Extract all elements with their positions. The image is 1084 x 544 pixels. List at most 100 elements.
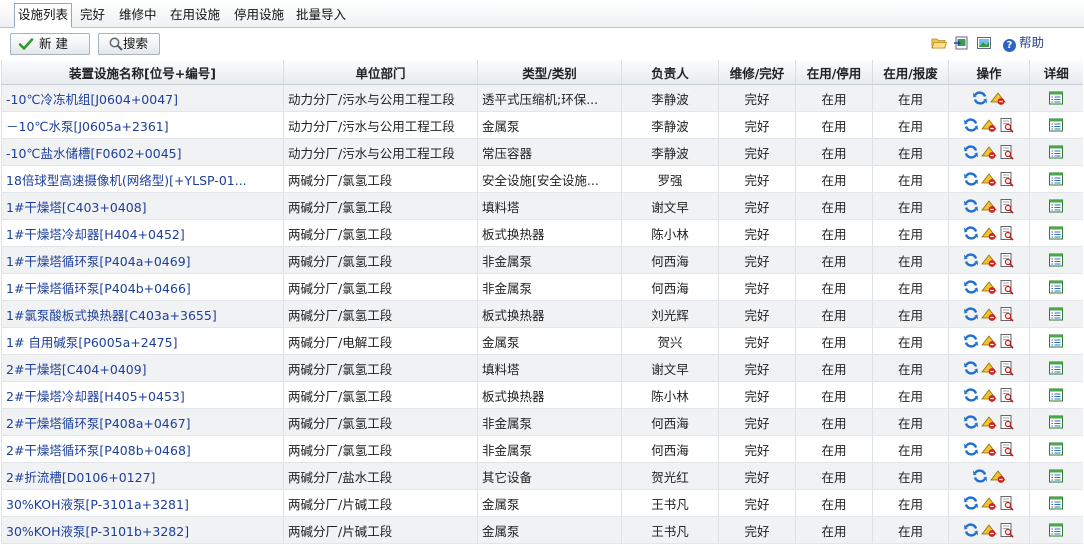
view-document-icon[interactable] (999, 387, 1015, 403)
table-row[interactable]: 2#折流槽[D0106+0127] 两碱分厂/盐水工段 其它设备 贺光红 完好 在用 在用 (1, 462, 1083, 490)
edit-warning-icon[interactable] (981, 198, 997, 214)
table-row[interactable]: 18倍球型高速摄像机(网络型)[+YLSP-01... 两碱分厂/氯氢工段 安全设施… (1, 165, 1083, 193)
table-row[interactable]: 2#干燥塔冷却器[H405+0453] 两碱分厂/氯氢工段 板式换热器 陈小林 完好 在用… (1, 381, 1083, 409)
folder-open-icon[interactable] (931, 35, 947, 51)
edit-warning-icon[interactable] (981, 387, 997, 403)
details-icon[interactable] (1048, 279, 1064, 295)
details-icon[interactable] (1048, 90, 1064, 106)
facility-name-link[interactable]: －10℃水泵[J0605a+2361] (1, 111, 284, 139)
view-document-icon[interactable] (999, 414, 1015, 430)
refresh-icon[interactable] (963, 198, 979, 214)
column-header-use-status[interactable]: 在用/停用 (795, 60, 873, 85)
details-icon[interactable] (1048, 252, 1064, 268)
new-button[interactable]: 新 建 (10, 33, 90, 55)
refresh-icon[interactable] (963, 495, 979, 511)
table-row[interactable]: 30%KOH液泵[P-3101a+3281] 两碱分厂/片碱工段 金属泵 王书凡 完好在… (1, 489, 1083, 517)
view-document-icon[interactable] (999, 333, 1015, 349)
tab-in-use[interactable]: 在用设施 (167, 4, 223, 26)
view-document-icon[interactable] (999, 360, 1015, 376)
facility-name-link[interactable]: 2#折流槽[D0106+0127] (1, 462, 284, 490)
table-row[interactable]: -10℃盐水储槽[F0602+0045] 动力分厂/污水与公用工程工段 常压容器 李静… (1, 138, 1083, 166)
edit-warning-icon[interactable] (981, 306, 997, 322)
facility-name-link[interactable]: 30%KOH液泵[P-3101b+3282] (1, 516, 284, 544)
view-document-icon[interactable] (999, 306, 1015, 322)
refresh-icon[interactable] (963, 522, 979, 538)
details-icon[interactable] (1048, 144, 1064, 160)
table-row[interactable]: 30%KOH液泵[P-3101b+3282] 两碱分厂/片碱工段 金属泵 王书凡 完好在… (1, 516, 1083, 544)
tab-out-of-service[interactable]: 停用设施 (231, 4, 287, 26)
table-row[interactable]: 1#氯泵酸板式换热器[C403a+3655] 两碱分厂/氯氢工段 板式换热器 刘光辉完… (1, 300, 1083, 328)
details-icon[interactable] (1048, 495, 1064, 511)
refresh-icon[interactable] (972, 90, 988, 106)
details-icon[interactable] (1048, 117, 1064, 133)
column-header-department[interactable]: 单位部门 (283, 60, 478, 85)
edit-warning-icon[interactable] (981, 522, 997, 538)
edit-warning-icon[interactable] (981, 360, 997, 376)
refresh-icon[interactable] (963, 414, 979, 430)
edit-warning-icon[interactable] (990, 468, 1006, 484)
facility-name-link[interactable]: 1#干燥塔循环泵[P404a+0469] (1, 246, 284, 274)
facility-name-link[interactable]: 1#干燥塔[C403+0408] (1, 192, 284, 220)
table-row[interactable]: 1#干燥塔循环泵[P404a+0469] 两碱分厂/氯氢工段 非金属泵 何西海 完好 在用… (1, 246, 1083, 274)
refresh-icon[interactable] (963, 225, 979, 241)
edit-warning-icon[interactable] (981, 414, 997, 430)
view-document-icon[interactable] (999, 144, 1015, 160)
facility-name-link[interactable]: 18倍球型高速摄像机(网络型)[+YLSP-01... (1, 165, 284, 193)
refresh-icon[interactable] (963, 333, 979, 349)
facility-name-link[interactable]: 30%KOH液泵[P-3101a+3281] (1, 489, 284, 517)
refresh-icon[interactable] (963, 279, 979, 295)
edit-warning-icon[interactable] (981, 171, 997, 187)
view-document-icon[interactable] (999, 117, 1015, 133)
table-row[interactable]: -10℃冷冻机组[J0604+0047] 动力分厂/污水与公用工程工段 透平式压缩机… (1, 84, 1083, 112)
refresh-icon[interactable] (963, 171, 979, 187)
edit-warning-icon[interactable] (981, 144, 997, 160)
column-header-scrap-status[interactable]: 在用/报废 (872, 60, 949, 85)
refresh-icon[interactable] (963, 306, 979, 322)
view-document-icon[interactable] (999, 495, 1015, 511)
facility-name-link[interactable]: 2#干燥塔循环泵[P408b+0468] (1, 435, 284, 463)
details-icon[interactable] (1048, 468, 1064, 484)
column-header-type[interactable]: 类型/类别 (477, 60, 622, 85)
details-icon[interactable] (1048, 306, 1064, 322)
details-icon[interactable] (1048, 387, 1064, 403)
tab-facility-list[interactable]: 设施列表 (14, 3, 73, 28)
facility-name-link[interactable]: 2#干燥塔冷却器[H405+0453] (1, 381, 284, 409)
facility-name-link[interactable]: 2#干燥塔[C404+0409] (1, 354, 284, 382)
facility-name-link[interactable]: -10℃冷冻机组[J0604+0047] (1, 84, 284, 112)
table-row[interactable]: －10℃水泵[J0605a+2361] 动力分厂/污水与公用工程工段 金属泵 李静波完… (1, 111, 1083, 139)
table-row[interactable]: 2#干燥塔循环泵[P408b+0468] 两碱分厂/氯氢工段 非金属泵 何西海 完好 在用… (1, 435, 1083, 463)
view-document-icon[interactable] (999, 225, 1015, 241)
details-icon[interactable] (1048, 225, 1064, 241)
refresh-icon[interactable] (963, 117, 979, 133)
edit-warning-icon[interactable] (981, 495, 997, 511)
table-row[interactable]: 2#干燥塔循环泵[P408a+0467] 两碱分厂/氯氢工段 非金属泵 何西海 完好 在用… (1, 408, 1083, 436)
tab-intact[interactable]: 完好 (77, 4, 108, 26)
edit-warning-icon[interactable] (981, 441, 997, 457)
details-icon[interactable] (1048, 360, 1064, 376)
facility-name-link[interactable]: 1#干燥塔冷却器[H404+0452] (1, 219, 284, 247)
details-icon[interactable] (1048, 441, 1064, 457)
view-document-icon[interactable] (999, 171, 1015, 187)
refresh-icon[interactable] (963, 144, 979, 160)
details-icon[interactable] (1048, 171, 1064, 187)
refresh-icon[interactable] (963, 387, 979, 403)
column-header-repair-status[interactable]: 维修/完好 (718, 60, 796, 85)
table-row[interactable]: 1#干燥塔冷却器[H404+0452] 两碱分厂/氯氢工段 板式换热器 陈小林 完好 在用… (1, 219, 1083, 247)
column-header-name[interactable]: 装置设施名称[位号+编号] (1, 60, 284, 85)
edit-warning-icon[interactable] (981, 279, 997, 295)
refresh-icon[interactable] (972, 468, 988, 484)
table-row[interactable]: 1#干燥塔[C403+0408] 两碱分厂/氯氢工段 填料塔 谢文早 完好 在用 在用 (1, 192, 1083, 220)
edit-warning-icon[interactable] (981, 252, 997, 268)
help-link[interactable]: ? 帮助 (1003, 34, 1044, 52)
facility-name-link[interactable]: 1# 自用碱泵[P6005a+2475] (1, 327, 284, 355)
details-icon[interactable] (1048, 198, 1064, 214)
facility-name-link[interactable]: 2#干燥塔循环泵[P408a+0467] (1, 408, 284, 436)
search-button[interactable]: 搜索 (98, 33, 160, 55)
facility-name-link[interactable]: 1#氯泵酸板式换热器[C403a+3655] (1, 300, 284, 328)
facility-name-link[interactable]: -10℃盐水储槽[F0602+0045] (1, 138, 284, 166)
view-document-icon[interactable] (999, 252, 1015, 268)
table-row[interactable]: 1# 自用碱泵[P6005a+2475] 两碱分厂/电解工段 金属泵 贺兴 完好 在用 在用 (1, 327, 1083, 355)
edit-warning-icon[interactable] (990, 90, 1006, 106)
refresh-icon[interactable] (963, 252, 979, 268)
export-image-icon[interactable] (976, 35, 992, 51)
